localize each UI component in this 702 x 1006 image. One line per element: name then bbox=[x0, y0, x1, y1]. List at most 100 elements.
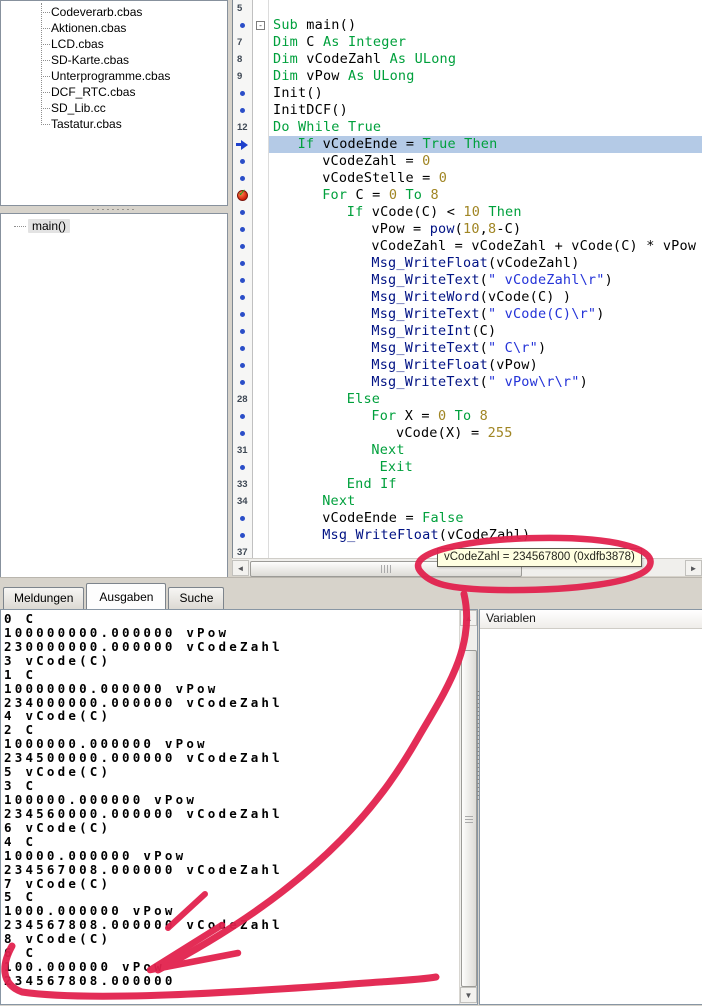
code-line[interactable]: If vCode(C) < 10 Then bbox=[233, 204, 702, 221]
fold-margin bbox=[253, 51, 269, 68]
code-line[interactable]: Msg_WriteFloat(vPow) bbox=[233, 357, 702, 374]
code-line[interactable]: If vCodeEnde = True Then bbox=[233, 136, 702, 153]
gutter-cell[interactable] bbox=[233, 255, 253, 272]
code-line[interactable]: vCodeZahl = 0 bbox=[233, 153, 702, 170]
gutter-cell[interactable] bbox=[233, 272, 253, 289]
gutter-cell[interactable] bbox=[233, 323, 253, 340]
gutter-cell[interactable]: 34 bbox=[233, 493, 253, 510]
gutter-cell[interactable] bbox=[233, 85, 253, 102]
function-tree: main() bbox=[1, 214, 227, 577]
gutter-cell[interactable] bbox=[233, 459, 253, 476]
fold-margin bbox=[253, 238, 269, 255]
gutter-cell[interactable] bbox=[233, 17, 253, 34]
file-tree-item[interactable]: SD-Karte.cbas bbox=[51, 52, 227, 68]
code-line[interactable]: Msg_WriteFloat(vCodeZahl) bbox=[233, 255, 702, 272]
code-line[interactable]: For X = 0 To 8 bbox=[233, 408, 702, 425]
gutter-cell[interactable]: 37 bbox=[233, 544, 253, 558]
statement-dot-icon bbox=[240, 108, 245, 113]
function-list-item[interactable]: main() bbox=[28, 218, 227, 234]
gutter-cell[interactable]: 33 bbox=[233, 476, 253, 493]
gutter-cell[interactable]: 12 bbox=[233, 119, 253, 136]
code-line[interactable]: Msg_WriteText(" vPow\r\r") bbox=[233, 374, 702, 391]
gutter-cell[interactable] bbox=[233, 102, 253, 119]
fold-margin bbox=[253, 85, 269, 102]
code-line[interactable]: Msg_WriteText(" vCodeZahl\r") bbox=[233, 272, 702, 289]
code-line[interactable]: vCodeEnde = False bbox=[233, 510, 702, 527]
scroll-right-button[interactable]: ► bbox=[685, 560, 702, 576]
code-line[interactable]: Msg_WriteFloat(vCodeZahl) bbox=[233, 527, 702, 544]
code-text: InitDCF() bbox=[269, 102, 702, 119]
statement-dot-icon bbox=[240, 227, 245, 232]
code-line[interactable]: 8Dim vCodeZahl As ULong bbox=[233, 51, 702, 68]
output-vscroll-thumb[interactable] bbox=[461, 650, 477, 987]
scroll-down-button[interactable]: ▼ bbox=[460, 987, 477, 1003]
tab-suche[interactable]: Suche bbox=[168, 587, 224, 609]
breakpoint-icon[interactable] bbox=[237, 190, 248, 201]
gutter-cell[interactable] bbox=[233, 510, 253, 527]
fold-margin bbox=[253, 476, 269, 493]
code-line[interactable]: 5 bbox=[233, 0, 702, 17]
gutter-cell[interactable]: 5 bbox=[233, 0, 253, 17]
code-line[interactable]: 34Next bbox=[233, 493, 702, 510]
gutter-cell[interactable] bbox=[233, 425, 253, 442]
output-vertical-scrollbar[interactable]: ▲ ▼ bbox=[459, 610, 477, 1004]
gutter-cell[interactable] bbox=[233, 357, 253, 374]
gutter-cell[interactable] bbox=[233, 289, 253, 306]
file-tree-item[interactable]: DCF_RTC.cbas bbox=[51, 84, 227, 100]
gutter-cell[interactable] bbox=[233, 527, 253, 544]
code-line[interactable]: vCodeZahl = vCodeZahl + vCode(C) * vPow bbox=[233, 238, 702, 255]
fold-margin bbox=[253, 510, 269, 527]
code-line[interactable]: 7Dim C As Integer bbox=[233, 34, 702, 51]
code-line[interactable]: For C = 0 To 8 bbox=[233, 187, 702, 204]
gutter-cell[interactable] bbox=[233, 136, 253, 153]
code-line[interactable]: InitDCF() bbox=[233, 102, 702, 119]
code-line[interactable]: Exit bbox=[233, 459, 702, 476]
gutter-cell[interactable] bbox=[233, 306, 253, 323]
file-tree-item[interactable]: Aktionen.cbas bbox=[51, 20, 227, 36]
code-line[interactable]: Msg_WriteWord(vCode(C) ) bbox=[233, 289, 702, 306]
panel-splitter-handle[interactable]: ········· bbox=[0, 205, 228, 213]
scroll-up-button[interactable]: ▲ bbox=[460, 610, 477, 626]
code-line[interactable]: 28Else bbox=[233, 391, 702, 408]
gutter-cell[interactable]: 8 bbox=[233, 51, 253, 68]
scroll-left-button[interactable]: ◄ bbox=[232, 560, 249, 576]
code-line[interactable]: 31Next bbox=[233, 442, 702, 459]
code-line[interactable]: 33End If bbox=[233, 476, 702, 493]
file-tree-item[interactable]: SD_Lib.cc bbox=[51, 100, 227, 116]
code-editor[interactable]: 5-Sub main()7Dim C As Integer8Dim vCodeZ… bbox=[232, 0, 702, 558]
gutter-cell[interactable] bbox=[233, 170, 253, 187]
code-line[interactable]: 12Do While True bbox=[233, 119, 702, 136]
gutter-cell[interactable] bbox=[233, 187, 253, 204]
file-tree-item[interactable]: Codeverarb.cbas bbox=[51, 4, 227, 20]
gutter-cell[interactable] bbox=[233, 340, 253, 357]
code-line[interactable]: Msg_WriteInt(C) bbox=[233, 323, 702, 340]
tab-ausgaben[interactable]: Ausgaben bbox=[86, 583, 166, 609]
gutter-cell[interactable]: 31 bbox=[233, 442, 253, 459]
file-tree-item[interactable]: Tastatur.cbas bbox=[51, 116, 227, 132]
bottom-tabstrip: Meldungen Ausgaben Suche bbox=[3, 584, 226, 609]
output-line: 8 vCode(C) bbox=[4, 932, 457, 946]
code-line[interactable]: Msg_WriteText(" vCode(C)\r") bbox=[233, 306, 702, 323]
fold-margin bbox=[253, 374, 269, 391]
code-line[interactable]: vPow = pow(10,8-C) bbox=[233, 221, 702, 238]
tab-meldungen[interactable]: Meldungen bbox=[3, 587, 84, 609]
gutter-cell[interactable] bbox=[233, 238, 253, 255]
code-line[interactable]: vCodeStelle = 0 bbox=[233, 170, 702, 187]
gutter-cell[interactable] bbox=[233, 204, 253, 221]
file-tree-item[interactable]: LCD.cbas bbox=[51, 36, 227, 52]
gutter-cell[interactable]: 28 bbox=[233, 391, 253, 408]
gutter-cell[interactable]: 9 bbox=[233, 68, 253, 85]
code-line[interactable]: Msg_WriteText(" C\r") bbox=[233, 340, 702, 357]
gutter-cell[interactable] bbox=[233, 221, 253, 238]
code-line[interactable]: 9Dim vPow As ULong bbox=[233, 68, 702, 85]
gutter-cell[interactable] bbox=[233, 374, 253, 391]
file-tree-item[interactable]: Unterprogramme.cbas bbox=[51, 68, 227, 84]
code-line[interactable]: Init() bbox=[233, 85, 702, 102]
gutter-cell[interactable] bbox=[233, 408, 253, 425]
fold-collapse-icon[interactable]: - bbox=[256, 21, 265, 30]
gutter-cell[interactable]: 7 bbox=[233, 34, 253, 51]
gutter-cell[interactable] bbox=[233, 153, 253, 170]
code-line[interactable]: vCode(X) = 255 bbox=[233, 425, 702, 442]
fold-margin bbox=[253, 493, 269, 510]
code-line[interactable]: -Sub main() bbox=[233, 17, 702, 34]
